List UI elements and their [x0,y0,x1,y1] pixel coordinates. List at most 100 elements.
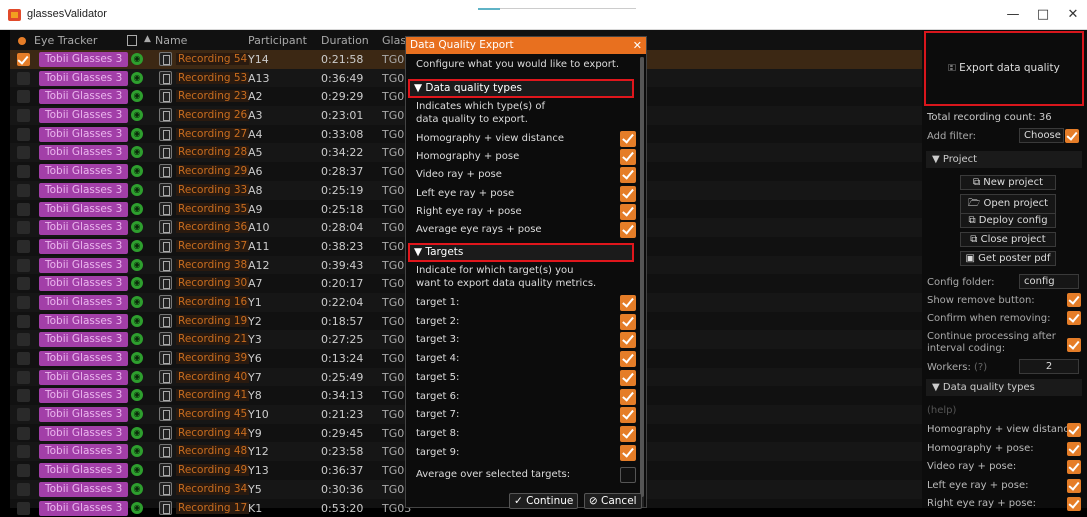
header-duration[interactable]: Duration [321,34,369,47]
dq-option-checkbox[interactable] [620,131,636,147]
recording-icon[interactable] [159,239,172,253]
row-checkbox[interactable] [17,371,30,384]
recording-icon[interactable] [159,183,172,197]
project-section[interactable]: ▼ Project [926,151,1082,168]
open-project-button[interactable]: 🗁 Open project [960,194,1056,215]
row-checkbox[interactable] [17,315,30,328]
dq-option-checkbox[interactable] [620,149,636,165]
section-data-quality-types[interactable]: ▼ Data quality types [410,81,632,96]
row-checkbox[interactable] [17,109,30,122]
target-checkbox[interactable] [620,351,636,367]
row-checkbox[interactable] [17,90,30,103]
recording-icon[interactable] [159,295,172,309]
row-checkbox[interactable] [17,221,30,234]
recording-icon[interactable] [159,426,172,440]
target-checkbox[interactable] [620,426,636,442]
dq-option-checkbox[interactable] [620,222,636,238]
recording-icon[interactable] [159,332,172,346]
recording-icon[interactable] [159,407,172,421]
dialog-close-icon[interactable]: ✕ [633,37,642,54]
row-checkbox[interactable] [17,333,30,346]
sort-asc-icon[interactable]: ▲ [144,34,151,44]
target-checkbox[interactable] [620,295,636,311]
get-poster-pdf-button[interactable]: ▣ Get poster pdf [960,251,1056,266]
row-checkbox[interactable] [17,445,30,458]
side-dq-checkbox[interactable] [1067,479,1081,493]
row-checkbox[interactable] [17,203,30,216]
close-project-button[interactable]: ⧉ Close project [960,232,1056,247]
continue-processing-checkbox[interactable] [1067,338,1081,352]
dq-option-checkbox[interactable] [620,204,636,220]
workers-input[interactable]: 2 [1019,359,1079,374]
recording-icon[interactable] [159,482,172,496]
row-checkbox[interactable] [17,72,30,85]
side-dq-checkbox[interactable] [1067,497,1081,511]
dq-types-section[interactable]: ▼ Data quality types [926,379,1082,396]
header-participant[interactable]: Participant [248,34,307,47]
target-checkbox[interactable] [620,389,636,405]
recording-icon[interactable] [159,276,172,290]
side-dq-checkbox[interactable] [1067,423,1081,437]
recording-icon[interactable] [159,202,172,216]
recording-icon[interactable] [159,220,172,234]
target-checkbox[interactable] [620,407,636,423]
maximize-button[interactable]: □ [1028,4,1058,26]
filter-select[interactable]: Choose [1019,128,1064,143]
new-project-button[interactable]: ⧉ New project [960,175,1056,190]
row-checkbox[interactable] [17,502,30,515]
row-checkbox[interactable] [17,128,30,141]
deploy-config-button[interactable]: ⧉ Deploy config [960,213,1056,228]
recording-icon[interactable] [159,89,172,103]
close-window-button[interactable]: ✕ [1058,4,1087,26]
show-remove-checkbox[interactable] [1067,293,1081,307]
row-checkbox[interactable] [17,296,30,309]
row-checkbox[interactable] [17,277,30,290]
dq-option-checkbox[interactable] [620,167,636,183]
config-folder-input[interactable]: config [1019,274,1079,289]
header-name[interactable]: Name [155,34,187,47]
row-checkbox[interactable] [17,408,30,421]
target-checkbox[interactable] [620,445,636,461]
recording-icon[interactable] [159,52,172,66]
filter-dropdown-icon[interactable] [1065,129,1079,143]
section-targets[interactable]: ▼ Targets [410,245,632,260]
row-checkbox[interactable] [17,240,30,253]
status-column-icon[interactable] [127,35,137,46]
recording-icon[interactable] [159,388,172,402]
row-checkbox[interactable] [17,165,30,178]
recording-icon[interactable] [159,463,172,477]
row-checkbox[interactable] [17,53,30,66]
dialog-scrollbar[interactable] [640,57,644,507]
row-checkbox[interactable] [17,389,30,402]
minimize-button[interactable]: — [998,4,1028,26]
side-dq-checkbox[interactable] [1067,442,1081,456]
export-data-quality-button[interactable]: 🗉 Export data quality [928,36,1080,101]
row-checkbox[interactable] [17,146,30,159]
row-checkbox[interactable] [17,427,30,440]
average-checkbox[interactable] [620,467,636,483]
recording-icon[interactable] [159,351,172,365]
workers-help[interactable]: (?) [974,362,987,373]
recording-icon[interactable] [159,71,172,85]
cancel-button[interactable]: ⊘ Cancel [584,493,642,509]
dq-option-checkbox[interactable] [620,186,636,202]
recording-icon[interactable] [159,108,172,122]
row-checkbox[interactable] [17,352,30,365]
select-all-icon[interactable] [18,37,26,45]
target-checkbox[interactable] [620,370,636,386]
recording-icon[interactable] [159,127,172,141]
recording-icon[interactable] [159,145,172,159]
header-eye-tracker[interactable]: Eye Tracker [34,34,97,47]
side-dq-checkbox[interactable] [1067,460,1081,474]
recording-icon[interactable] [159,370,172,384]
dq-help-link[interactable]: (help) [927,405,956,416]
recording-icon[interactable] [159,164,172,178]
confirm-remove-checkbox[interactable] [1067,311,1081,325]
header-glasses[interactable]: Glas [382,34,406,47]
target-checkbox[interactable] [620,332,636,348]
row-checkbox[interactable] [17,259,30,272]
row-checkbox[interactable] [17,184,30,197]
target-checkbox[interactable] [620,314,636,330]
continue-button[interactable]: ✓ Continue [509,493,578,509]
recording-icon[interactable] [159,444,172,458]
